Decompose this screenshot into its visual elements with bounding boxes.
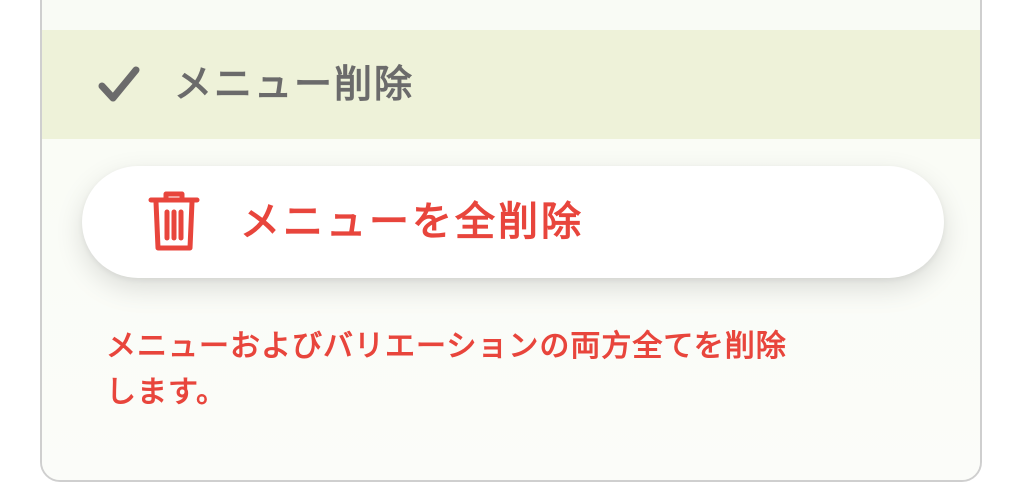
delete-all-button-label: メニューを全削除 [240,199,584,245]
delete-all-menus-button[interactable]: メニューを全削除 [82,166,944,278]
description-line-1: メニューおよびバリエーションの両方全てを削除 [106,329,787,364]
delete-description: メニューおよびバリエーションの両方全てを削除 します。 [106,324,926,416]
trash-icon [148,191,200,251]
section-title: メニュー削除 [174,62,415,106]
description-line-2: します。 [106,375,227,410]
section-header: メニュー削除 [42,30,980,139]
previous-section-strip [42,0,980,30]
checkmark-icon [98,66,140,102]
menu-delete-card: メニュー削除 メニューを全削除 メニューおよびバリエーションの両方全てを削除 し… [40,0,982,482]
